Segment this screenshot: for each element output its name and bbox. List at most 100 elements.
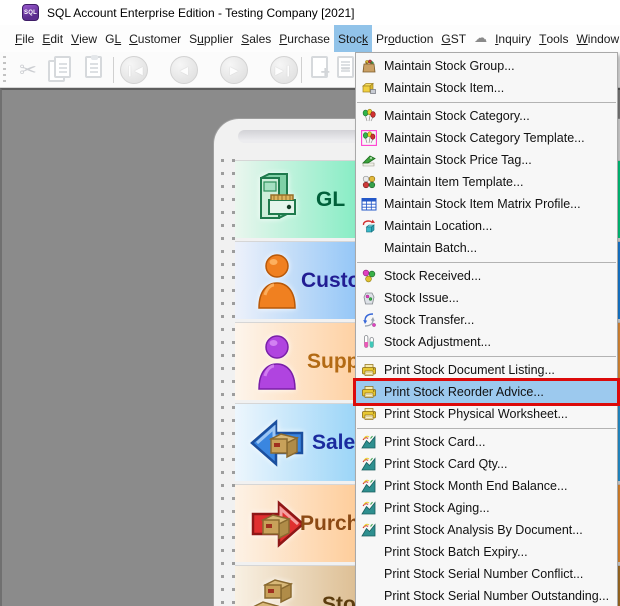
printer-icon [361, 406, 384, 422]
menubar-item-sales[interactable]: Sales [237, 25, 275, 52]
nav-last-icon[interactable]: ▶❙ [270, 56, 298, 84]
menu-item-label: Print Stock Physical Worksheet... [384, 407, 568, 421]
menubar-item-inquiry[interactable]: Inquiry [491, 25, 535, 52]
menu-item-stock-received[interactable]: Stock Received... [356, 265, 617, 287]
menu-item-print-stock-serial-number-conflict[interactable]: Print Stock Serial Number Conflict... [356, 563, 617, 585]
balloons-icon [361, 108, 384, 124]
menu-item-label: Print Stock Batch Expiry... [384, 545, 528, 559]
menu-item-stock-adjustment[interactable]: Stock Adjustment... [356, 331, 617, 353]
menu-separator [357, 428, 616, 429]
toolbar-separator [301, 57, 302, 83]
menu-item-print-stock-analysis-by-document[interactable]: Print Stock Analysis By Document... [356, 519, 617, 541]
sales-arrow-icon [249, 413, 306, 473]
menubar-item-purchase[interactable]: Purchase [275, 25, 334, 52]
menu-item-label: Print Stock Card... [384, 435, 485, 449]
menu-item-label: Print Stock Reorder Advice... [384, 385, 544, 399]
adjustment-icon [361, 334, 384, 350]
cabinet-icon [249, 170, 306, 230]
issue-icon [361, 290, 384, 306]
toolbar-grip[interactable] [3, 56, 6, 83]
stock-dropdown-menu: Maintain Stock Group... Maintain Stock It… [355, 52, 618, 606]
cut-icon[interactable]: ✂ [14, 56, 42, 84]
tag-icon [361, 152, 384, 168]
received-icon [361, 268, 384, 284]
app-logo-icon: SQL [22, 4, 39, 21]
menu-item-maintain-item-template[interactable]: Maintain Item Template... [356, 171, 617, 193]
nav-next-icon[interactable]: ▶ [220, 56, 248, 84]
menu-item-maintain-stock-item-matrix-profile[interactable]: Maintain Stock Item Matrix Profile... [356, 193, 617, 215]
chart-icon [361, 478, 384, 494]
nav-previous-icon[interactable]: ◀ [170, 56, 198, 84]
menu-item-print-stock-card-qty[interactable]: Print Stock Card Qty... [356, 453, 617, 475]
menubar-item-view[interactable]: View [67, 25, 101, 52]
menu-item-label: Maintain Stock Category Template... [384, 131, 585, 145]
nav-first-icon[interactable]: ❙◀ [120, 56, 148, 84]
menu-item-label: Maintain Stock Item... [384, 81, 504, 95]
menu-item-maintain-stock-category[interactable]: Maintain Stock Category... [356, 105, 617, 127]
menu-item-maintain-batch[interactable]: Maintain Batch... [356, 237, 617, 259]
menu-item-label: Maintain Stock Category... [384, 109, 530, 123]
menu-item-label: Maintain Stock Price Tag... [384, 153, 532, 167]
copy-icon[interactable] [46, 56, 74, 84]
menubar-item-customer[interactable]: Customer [125, 25, 185, 52]
menu-item-label: Maintain Stock Item Matrix Profile... [384, 197, 581, 211]
chart-icon [361, 456, 384, 472]
menubar-item-supplier[interactable]: Supplier [185, 25, 237, 52]
menu-item-label: Print Stock Document Listing... [384, 363, 555, 377]
menu-item-print-stock-aging[interactable]: Print Stock Aging... [356, 497, 617, 519]
menubar-item-window[interactable]: Window [572, 25, 620, 52]
menu-item-maintain-location[interactable]: Maintain Location... [356, 215, 617, 237]
menu-bar: FileEditViewGLCustomerSupplierSalesPurch… [0, 25, 620, 52]
menubar-item-edit[interactable]: Edit [38, 25, 67, 52]
menu-item-print-stock-month-end-balance[interactable]: Print Stock Month End Balance... [356, 475, 617, 497]
menu-item-maintain-stock-item[interactable]: Maintain Stock Item... [356, 77, 617, 99]
chart-icon [361, 500, 384, 516]
menu-item-maintain-stock-price-tag[interactable]: Maintain Stock Price Tag... [356, 149, 617, 171]
title-bar: SQL SQL Account Enterprise Edition - Tes… [0, 0, 620, 25]
menubar-item-gst[interactable]: GST [437, 25, 470, 52]
balloons-frame-icon [361, 130, 384, 146]
bag-icon [361, 58, 384, 74]
menu-item-print-stock-document-listing[interactable]: Print Stock Document Listing... [356, 359, 617, 381]
app-window: SQL SQL Account Enterprise Edition - Tes… [0, 0, 620, 606]
menubar-item-file[interactable]: File [11, 25, 38, 52]
matrix-icon [361, 196, 384, 212]
menu-item-label: Print Stock Serial Number Conflict... [384, 567, 583, 581]
window-title: SQL Account Enterprise Edition - Testing… [47, 6, 355, 20]
printer-icon [361, 384, 384, 400]
new-record-icon[interactable] [306, 56, 334, 84]
cube-icon [361, 80, 384, 96]
menu-separator [357, 356, 616, 357]
paste-icon[interactable] [80, 56, 108, 84]
menubar-item-tools[interactable]: Tools [535, 25, 572, 52]
purchase-arrow-icon [249, 494, 306, 554]
menu-item-label: Print Stock Month End Balance... [384, 479, 567, 493]
menu-item-label: Print Stock Card Qty... [384, 457, 507, 471]
panel-grip-dots [221, 159, 224, 606]
menu-item-label: Print Stock Aging... [384, 501, 490, 515]
menu-item-label: Maintain Item Template... [384, 175, 523, 189]
menubar-item-stock[interactable]: Stock [334, 25, 372, 52]
menu-item-label: Print Stock Serial Number Outstanding... [384, 589, 609, 603]
chart-icon [361, 434, 384, 450]
menubar-item-production[interactable]: Production [372, 25, 437, 52]
menu-item-stock-issue[interactable]: Stock Issue... [356, 287, 617, 309]
menu-separator [357, 262, 616, 263]
menu-item-print-stock-reorder-advice[interactable]: Print Stock Reorder Advice... [356, 381, 617, 403]
menu-item-print-stock-batch-expiry[interactable]: Print Stock Batch Expiry... [356, 541, 617, 563]
cloud-icon[interactable]: ☁ [470, 25, 491, 52]
menu-item-print-stock-card[interactable]: Print Stock Card... [356, 431, 617, 453]
boxes-icon [249, 575, 306, 606]
person-purple-icon [249, 332, 306, 392]
chart-icon [361, 522, 384, 538]
menu-item-stock-transfer[interactable]: Stock Transfer... [356, 309, 617, 331]
module-button-label: GL [316, 188, 345, 212]
menu-item-label: Maintain Batch... [384, 241, 477, 255]
menu-item-maintain-stock-category-template[interactable]: Maintain Stock Category Template... [356, 127, 617, 149]
menubar-item-gl[interactable]: GL [101, 25, 125, 52]
location-icon [361, 218, 384, 234]
menu-item-print-stock-physical-worksheet[interactable]: Print Stock Physical Worksheet... [356, 403, 617, 425]
menu-item-maintain-stock-group[interactable]: Maintain Stock Group... [356, 55, 617, 77]
menu-item-print-stock-serial-number-outstanding[interactable]: Print Stock Serial Number Outstanding... [356, 585, 617, 606]
person-orange-icon [249, 251, 306, 311]
